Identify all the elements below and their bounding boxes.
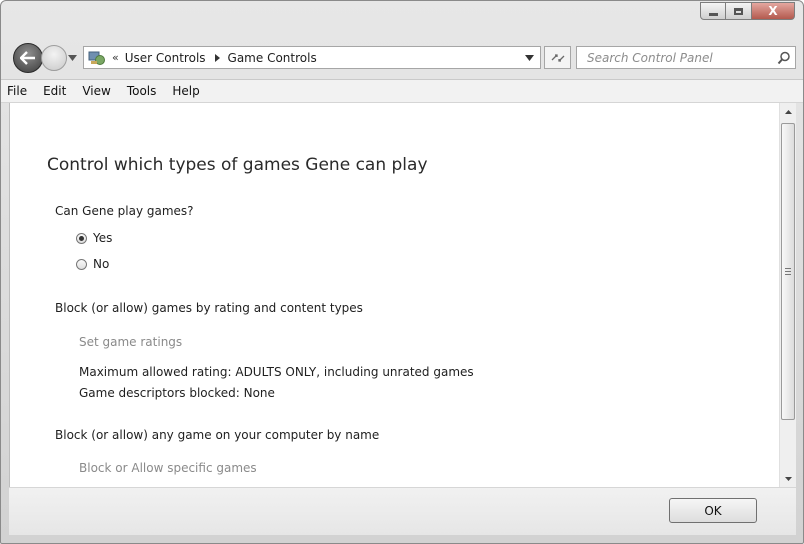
chevron-down-icon: [67, 55, 77, 61]
page-title: Control which types of games Gene can pl…: [47, 155, 428, 175]
descriptors-value: None: [243, 386, 275, 400]
close-button[interactable]: X: [752, 2, 795, 20]
navigation-bar: « User Controls Game Controls Search Con…: [1, 39, 803, 79]
caption-buttons: X: [700, 2, 795, 21]
scroll-up-icon: [784, 109, 792, 114]
radio-yes-circle[interactable]: [76, 232, 87, 244]
breadcrumb-overflow[interactable]: «: [112, 51, 119, 64]
radio-no-circle[interactable]: [76, 258, 87, 270]
menu-file[interactable]: File: [1, 84, 35, 98]
block-allow-games-link[interactable]: Block or Allow specific games: [79, 461, 257, 475]
grip-icon: [785, 268, 791, 275]
radio-yes[interactable]: Yes: [76, 231, 112, 245]
radio-no-label[interactable]: No: [93, 257, 109, 271]
set-game-ratings-link[interactable]: Set game ratings: [79, 335, 182, 349]
scroll-thumb[interactable]: [781, 123, 795, 420]
vertical-scrollbar[interactable]: [779, 103, 796, 487]
max-rating-line: Maximum allowed rating: ADULTS ONLY, inc…: [79, 365, 474, 379]
menu-view[interactable]: View: [74, 84, 118, 98]
close-icon: X: [768, 4, 778, 18]
address-dropdown-icon[interactable]: [525, 55, 534, 61]
breadcrumb-game-controls[interactable]: Game Controls: [228, 51, 317, 65]
recent-pages-button[interactable]: [67, 53, 77, 63]
refresh-button[interactable]: [544, 46, 571, 69]
descriptors-line: Game descriptors blocked: None: [79, 386, 275, 400]
forward-button[interactable]: [41, 45, 67, 71]
rating-section-title: Block (or allow) games by rating and con…: [55, 301, 363, 315]
dialog-footer: OK: [9, 487, 796, 535]
maximize-icon: [734, 7, 743, 15]
search-icon[interactable]: [777, 51, 791, 65]
menu-help[interactable]: Help: [164, 84, 207, 98]
minimize-icon: [708, 12, 718, 16]
ok-button[interactable]: OK: [669, 498, 757, 523]
menu-edit[interactable]: Edit: [35, 84, 74, 98]
play-question-label: Can Gene play games?: [55, 204, 194, 218]
back-button[interactable]: [13, 43, 43, 73]
max-rating-label: Maximum allowed rating:: [79, 365, 232, 379]
menu-tools[interactable]: Tools: [119, 84, 165, 98]
scroll-down-icon: [784, 476, 792, 481]
content-pane: Control which types of games Gene can pl…: [9, 103, 796, 487]
breadcrumb-separator-icon[interactable]: [210, 53, 224, 63]
name-section-title: Block (or allow) any game on your comput…: [55, 428, 380, 442]
radio-selected-dot: [79, 235, 84, 241]
breadcrumb-user-controls[interactable]: User Controls: [125, 51, 206, 65]
radio-no[interactable]: No: [76, 257, 109, 271]
search-input[interactable]: Search Control Panel: [576, 46, 796, 69]
minimize-button[interactable]: [700, 2, 726, 20]
descriptors-label: Game descriptors blocked:: [79, 386, 240, 400]
menu-bar: File Edit View Tools Help: [1, 79, 803, 103]
back-arrow-icon: [20, 51, 35, 65]
scroll-down-button[interactable]: [780, 470, 796, 487]
control-panel-window: X « User Controls Game Controls Search C…: [0, 0, 804, 544]
control-panel-icon: [88, 51, 105, 65]
maximize-button[interactable]: [726, 2, 752, 20]
address-bar[interactable]: « User Controls Game Controls: [83, 46, 541, 69]
search-placeholder: Search Control Panel: [587, 50, 713, 65]
radio-yes-label[interactable]: Yes: [93, 231, 112, 245]
refresh-icon: [551, 53, 564, 62]
title-bar[interactable]: X: [1, 1, 803, 39]
scroll-up-button[interactable]: [780, 103, 796, 120]
max-rating-value: ADULTS ONLY, including unrated games: [235, 365, 474, 379]
